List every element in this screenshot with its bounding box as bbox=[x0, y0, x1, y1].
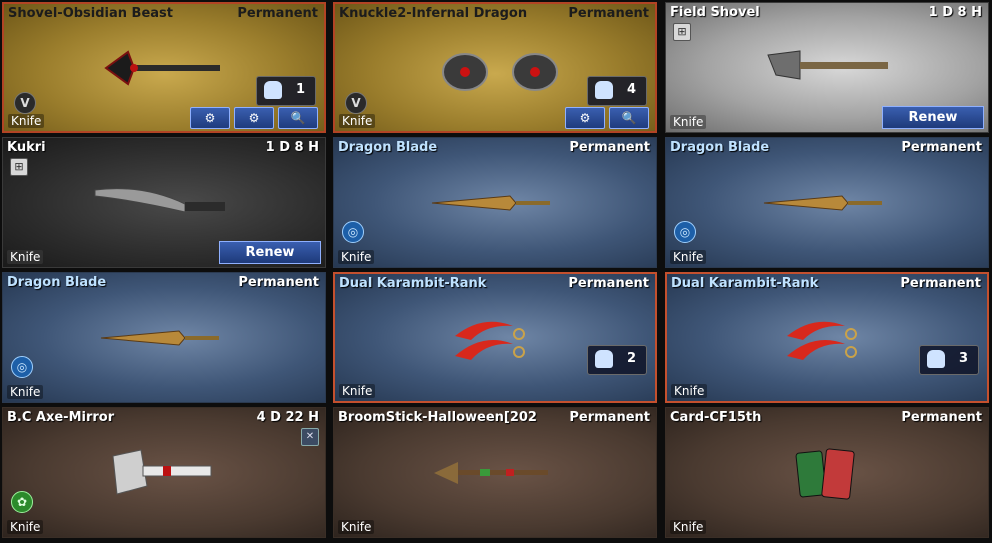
item-name: BroomStick-Halloween[202 bbox=[338, 410, 537, 425]
item-name: B.C Axe-Mirror bbox=[7, 410, 115, 425]
renew-button[interactable]: Renew bbox=[219, 241, 321, 264]
item-type: Knife bbox=[339, 114, 376, 128]
item-card-knuckle2-infernal-dragon[interactable]: Knuckle2-Infernal Dragon Permanent V 4 ⚙… bbox=[333, 2, 657, 133]
target-ring-icon: ◎ bbox=[342, 221, 364, 243]
quantity-value: 4 bbox=[626, 82, 636, 97]
item-type: Knife bbox=[670, 115, 707, 129]
item-type: Knife bbox=[339, 384, 376, 398]
item-type: Knife bbox=[8, 114, 45, 128]
trash-icon[interactable]: ✕ bbox=[301, 428, 319, 446]
quantity-value: 2 bbox=[626, 351, 636, 366]
storage-icon bbox=[264, 81, 282, 99]
quantity-box: 4 bbox=[587, 76, 647, 106]
card-art bbox=[795, 448, 855, 500]
item-card-dragon-blade-3[interactable]: Dragon Blade Permanent ◎ Knife bbox=[2, 272, 326, 403]
v-rank-icon: V bbox=[14, 92, 36, 114]
item-name: Dual Karambit-Rank bbox=[339, 276, 487, 291]
search-button[interactable]: 🔍 bbox=[609, 107, 649, 129]
field-shovel-art bbox=[767, 50, 888, 80]
shovel-art bbox=[104, 50, 220, 86]
item-type: Knife bbox=[7, 250, 44, 264]
item-duration: 1 D 8 H bbox=[265, 140, 319, 155]
dragon-blade-art bbox=[763, 195, 882, 211]
quantity-box: 3 bbox=[919, 345, 979, 375]
wrench-gear-button[interactable]: ⚙ bbox=[190, 107, 230, 129]
item-name: Dragon Blade bbox=[7, 275, 107, 290]
gift-icon: ⊞ bbox=[10, 158, 28, 176]
item-duration: 4 D 22 H bbox=[256, 410, 319, 425]
action-buttons: ⚙ ⚙ 🔍 bbox=[190, 107, 318, 129]
item-card-bc-axe-mirror[interactable]: B.C Axe-Mirror 4 D 22 H ✕ ✿ Knife bbox=[2, 407, 326, 538]
item-duration: Permanent bbox=[900, 276, 981, 291]
settings-button[interactable]: ⚙ bbox=[234, 107, 274, 129]
item-type: Knife bbox=[338, 250, 375, 264]
karambit-art bbox=[455, 321, 525, 360]
item-card-dragon-blade-2[interactable]: Dragon Blade Permanent ◎ Knife bbox=[665, 137, 989, 268]
inventory-grid: Shovel-Obsidian Beast Permanent V 1 ⚙ ⚙ … bbox=[0, 0, 992, 543]
search-button[interactable]: 🔍 bbox=[278, 107, 318, 129]
target-ring-icon: ◎ bbox=[11, 356, 33, 378]
item-card-broomstick-halloween[interactable]: BroomStick-Halloween[202 Permanent Knife bbox=[333, 407, 657, 538]
knuckle-art bbox=[442, 53, 558, 91]
item-type: Knife bbox=[7, 520, 44, 534]
item-card-dragon-blade-1[interactable]: Dragon Blade Permanent ◎ Knife bbox=[333, 137, 657, 268]
item-name: Dual Karambit-Rank bbox=[671, 276, 819, 291]
axe-art bbox=[112, 449, 212, 495]
item-type: Knife bbox=[670, 520, 707, 534]
item-duration: 1 D 8 H bbox=[928, 5, 982, 20]
item-type: Knife bbox=[338, 520, 375, 534]
item-name: Dragon Blade bbox=[670, 140, 770, 155]
broomstick-art bbox=[434, 462, 548, 484]
dragon-blade-art bbox=[100, 330, 219, 346]
storage-icon bbox=[595, 350, 613, 368]
item-duration: Permanent bbox=[569, 410, 650, 425]
quantity-box: 2 bbox=[587, 345, 647, 375]
item-name: Knuckle2-Infernal Dragon bbox=[339, 6, 528, 21]
item-card-shovel-obsidian-beast[interactable]: Shovel-Obsidian Beast Permanent V 1 ⚙ ⚙ … bbox=[2, 2, 326, 133]
item-card-dual-karambit-rank-1[interactable]: Dual Karambit-Rank Permanent 2 Knife bbox=[333, 272, 657, 403]
karambit-art bbox=[787, 321, 857, 360]
item-type: Knife bbox=[671, 384, 708, 398]
target-ring-icon: ◎ bbox=[674, 221, 696, 243]
item-duration: Permanent bbox=[238, 275, 319, 290]
item-duration: Permanent bbox=[569, 140, 650, 155]
item-card-field-shovel[interactable]: Field Shovel 1 D 8 H ⊞ Renew Knife bbox=[665, 2, 989, 133]
quantity-value: 3 bbox=[958, 351, 968, 366]
gift-icon: ⊞ bbox=[673, 23, 691, 41]
item-name: Card-CF15th bbox=[670, 410, 762, 425]
storage-icon bbox=[595, 81, 613, 99]
kukri-art bbox=[94, 188, 225, 213]
item-name: Kukri bbox=[7, 140, 46, 155]
storage-icon bbox=[927, 350, 945, 368]
dragon-blade-art bbox=[431, 195, 550, 211]
item-name: Field Shovel bbox=[670, 5, 760, 20]
item-type: Knife bbox=[670, 250, 707, 264]
v-rank-icon: V bbox=[345, 92, 367, 114]
item-card-kukri[interactable]: Kukri 1 D 8 H ⊞ Renew Knife bbox=[2, 137, 326, 268]
renew-button[interactable]: Renew bbox=[882, 106, 984, 129]
item-name: Dragon Blade bbox=[338, 140, 438, 155]
action-buttons: ⚙ 🔍 bbox=[565, 107, 649, 129]
quantity-value: 1 bbox=[295, 82, 305, 97]
item-duration: Permanent bbox=[237, 6, 318, 21]
item-duration: Permanent bbox=[901, 140, 982, 155]
wrench-gear-button[interactable]: ⚙ bbox=[565, 107, 605, 129]
item-duration: Permanent bbox=[901, 410, 982, 425]
quantity-box: 1 bbox=[256, 76, 316, 106]
item-card-dual-karambit-rank-2[interactable]: Dual Karambit-Rank Permanent 3 Knife bbox=[665, 272, 989, 403]
item-card-card-cf15th[interactable]: Card-CF15th Permanent Knife bbox=[665, 407, 989, 538]
green-clover-icon: ✿ bbox=[11, 491, 33, 513]
item-name: Shovel-Obsidian Beast bbox=[8, 6, 174, 21]
item-type: Knife bbox=[7, 385, 44, 399]
item-duration: Permanent bbox=[568, 276, 649, 291]
item-duration: Permanent bbox=[568, 6, 649, 21]
